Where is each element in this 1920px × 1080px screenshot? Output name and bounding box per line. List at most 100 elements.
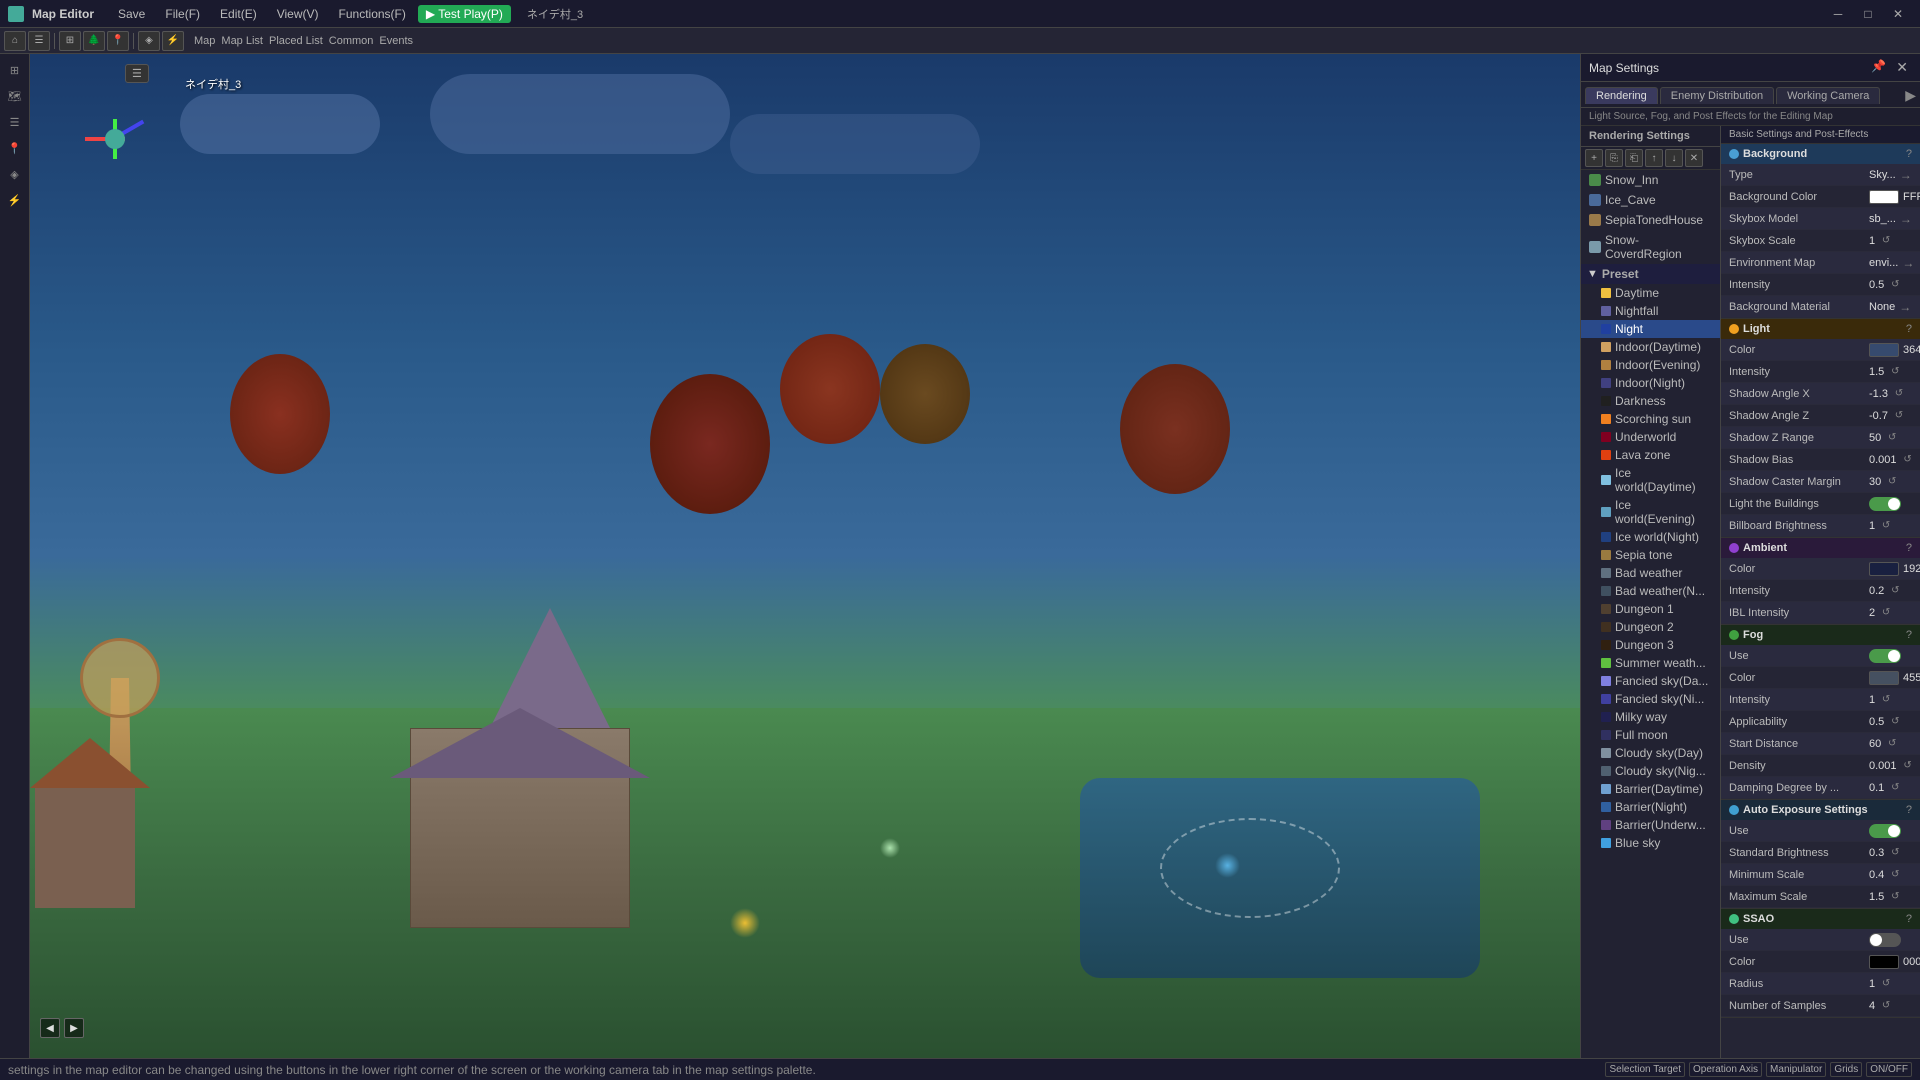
preset-nightfall[interactable]: Nightfall (1581, 302, 1720, 320)
preset-underworld[interactable]: Underworld (1581, 428, 1720, 446)
prop-reset[interactable]: ↺ (1879, 999, 1893, 1013)
tab-rendering[interactable]: Rendering (1585, 87, 1658, 104)
prop-arrow[interactable]: → (1899, 300, 1911, 314)
ssao-use-toggle[interactable] (1869, 933, 1901, 947)
toolbar-events[interactable]: ⚡ (162, 31, 184, 51)
preset-full-moon[interactable]: Full moon (1581, 726, 1720, 744)
menu-edit[interactable]: Edit(E) (212, 5, 265, 23)
preset-barrier-night[interactable]: Barrier(Night) (1581, 798, 1720, 816)
preset-summer[interactable]: Summer weath... (1581, 654, 1720, 672)
prop-reset[interactable]: ↺ (1879, 693, 1893, 707)
prop-reset[interactable]: ↺ (1888, 781, 1902, 795)
preset-fancied-day[interactable]: Fancied sky(Da... (1581, 672, 1720, 690)
preset-ice-eve[interactable]: Ice world(Evening) (1581, 496, 1720, 528)
left-icon-2[interactable]: 🗺 (3, 84, 27, 108)
status-grids[interactable]: Grids (1830, 1062, 1862, 1077)
prop-reset[interactable]: ↺ (1892, 409, 1906, 423)
toolbar-grid[interactable]: ⊞ (59, 31, 81, 51)
preset-dungeon2[interactable]: Dungeon 2 (1581, 618, 1720, 636)
toolbar-home[interactable]: ⌂ (4, 31, 26, 51)
left-icon-1[interactable]: ⊞ (3, 58, 27, 82)
status-manipulator[interactable]: Manipulator (1766, 1062, 1826, 1077)
fog-help-icon[interactable]: ? (1906, 629, 1912, 641)
tab-more-arrow[interactable]: ▶ (1905, 87, 1916, 104)
left-icon-4[interactable]: 📍 (3, 136, 27, 160)
left-icon-6[interactable]: ⚡ (3, 188, 27, 212)
section-background-header[interactable]: Background ? (1721, 144, 1920, 164)
close-button[interactable]: ✕ (1884, 4, 1912, 24)
prop-arrow[interactable]: → (1900, 168, 1912, 182)
prop-reset[interactable]: ↺ (1888, 365, 1902, 379)
section-auto-exposure-header[interactable]: Auto Exposure Settings ? (1721, 800, 1920, 820)
toolbar-tree[interactable]: 🌲 (83, 31, 105, 51)
light-buildings-toggle[interactable] (1869, 497, 1901, 511)
auto-exposure-help-icon[interactable]: ? (1906, 804, 1912, 816)
preset-sepia[interactable]: Sepia tone (1581, 546, 1720, 564)
minimize-button[interactable]: ─ (1824, 4, 1852, 24)
preset-bad-weather-night[interactable]: Bad weather(N... (1581, 582, 1720, 600)
preset-ice-night[interactable]: Ice world(Night) (1581, 528, 1720, 546)
left-icon-3[interactable]: ☰ (3, 110, 27, 134)
section-ambient-header[interactable]: Ambient ? (1721, 538, 1920, 558)
rendering-item-snow-inn[interactable]: Snow_Inn (1581, 170, 1720, 190)
fog-use-toggle[interactable] (1869, 649, 1901, 663)
left-icon-5[interactable]: ◈ (3, 162, 27, 186)
preset-bad-weather[interactable]: Bad weather (1581, 564, 1720, 582)
preset-daytime[interactable]: Daytime (1581, 284, 1720, 302)
status-selection-target[interactable]: Selection Target (1605, 1062, 1685, 1077)
ambient-help-icon[interactable]: ? (1906, 542, 1912, 554)
fog-color-swatch[interactable] (1869, 671, 1899, 685)
preset-night[interactable]: Night (1581, 320, 1720, 338)
toolbar-place[interactable]: 📍 (107, 31, 129, 51)
prop-arrow[interactable]: → (1900, 212, 1912, 226)
preset-milky-way[interactable]: Milky way (1581, 708, 1720, 726)
rl-add[interactable]: + (1585, 149, 1603, 167)
section-fog-header[interactable]: Fog ? (1721, 625, 1920, 645)
prop-reset[interactable]: ↺ (1888, 584, 1902, 598)
ae-use-toggle[interactable] (1869, 824, 1901, 838)
viewport[interactable]: ☰ ネイデ村_3 ◀ ▶ (30, 54, 1580, 1058)
preset-blue-sky[interactable]: Blue sky (1581, 834, 1720, 852)
status-on-off[interactable]: ON/OFF (1866, 1062, 1912, 1077)
viewport-menu-button[interactable]: ☰ (125, 64, 149, 83)
bg-color-swatch[interactable] (1869, 190, 1899, 204)
preset-scorching-sun[interactable]: Scorching sun (1581, 410, 1720, 428)
rendering-item-sepia[interactable]: SepiaTonedHouse (1581, 210, 1720, 230)
tab-camera[interactable]: Working Camera (1776, 87, 1880, 104)
preset-dungeon1[interactable]: Dungeon 1 (1581, 600, 1720, 618)
prop-reset[interactable]: ↺ (1885, 431, 1899, 445)
panel-pin-button[interactable]: 📌 (1867, 59, 1890, 76)
panel-close-button[interactable]: ✕ (1892, 59, 1912, 76)
nav-prev[interactable]: ◀ (40, 1018, 60, 1038)
section-ssao-header[interactable]: SSAO ? (1721, 909, 1920, 929)
ssao-color-swatch[interactable] (1869, 955, 1899, 969)
section-light-header[interactable]: Light ? (1721, 319, 1920, 339)
rendering-item-ice-cave[interactable]: Ice_Cave (1581, 190, 1720, 210)
rl-down[interactable]: ↓ (1665, 149, 1683, 167)
menu-view[interactable]: View(V) (269, 5, 327, 23)
menu-save[interactable]: Save (110, 5, 153, 23)
preset-barrier-day[interactable]: Barrier(Daytime) (1581, 780, 1720, 798)
preset-barrier-under[interactable]: Barrier(Underw... (1581, 816, 1720, 834)
rl-delete[interactable]: ✕ (1685, 149, 1703, 167)
preset-dungeon3[interactable]: Dungeon 3 (1581, 636, 1720, 654)
prop-arrow[interactable]: → (1902, 256, 1914, 270)
light-help-icon[interactable]: ? (1906, 323, 1912, 335)
preset-indoor-daytime[interactable]: Indoor(Daytime) (1581, 338, 1720, 356)
prop-reset[interactable]: ↺ (1879, 606, 1893, 620)
rendering-item-snow-region[interactable]: Snow-CoverdRegion (1581, 230, 1720, 264)
prop-reset[interactable]: ↺ (1888, 278, 1902, 292)
prop-reset[interactable]: ↺ (1888, 868, 1902, 882)
toolbar-common[interactable]: ◈ (138, 31, 160, 51)
preset-cloudy-night[interactable]: Cloudy sky(Nig... (1581, 762, 1720, 780)
preset-fancied-night[interactable]: Fancied sky(Ni... (1581, 690, 1720, 708)
prop-reset[interactable]: ↺ (1892, 387, 1906, 401)
prop-reset[interactable]: ↺ (1885, 475, 1899, 489)
menu-functions[interactable]: Functions(F) (331, 5, 414, 23)
prop-reset[interactable]: ↺ (1879, 234, 1893, 248)
toolbar-list[interactable]: ☰ (28, 31, 50, 51)
menu-testplay[interactable]: ▶ Test Play(P) (418, 5, 511, 23)
ambient-color-swatch[interactable] (1869, 562, 1899, 576)
prop-reset[interactable]: ↺ (1901, 759, 1915, 773)
prop-reset[interactable]: ↺ (1901, 453, 1915, 467)
